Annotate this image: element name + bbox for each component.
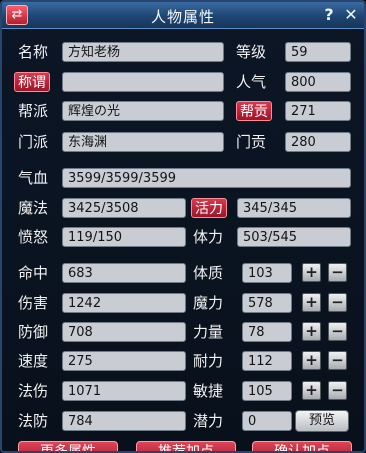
popularity-field: 800 (285, 72, 351, 92)
help-button[interactable]: ? (320, 5, 338, 25)
mp-field: 3425/3508 (62, 198, 186, 218)
confirm-points-button[interactable]: 确认加点 (252, 441, 352, 451)
guild-label: 帮派 (18, 102, 49, 120)
defense-label: 防御 (18, 323, 49, 341)
magic-power-plus-button[interactable]: + (302, 293, 321, 312)
title-field (62, 72, 224, 92)
magic-power-field: 578 (242, 293, 292, 313)
magic-damage-label: 法伤 (18, 382, 49, 400)
strength-label: 力量 (193, 323, 224, 341)
stamina-field: 503/545 (237, 227, 351, 247)
hp-field: 3599/3599/3599 (62, 168, 351, 188)
title-button[interactable]: 称谓 (14, 72, 50, 92)
window-title: 人物属性 (150, 8, 215, 26)
endurance-label: 耐力 (193, 352, 224, 370)
magic-power-minus-button[interactable]: − (328, 293, 347, 312)
rage-label: 愤怒 (18, 228, 49, 246)
title-bar: ⇄ 人物属性 ? ✕ (2, 2, 364, 29)
constitution-label: 体质 (193, 264, 224, 282)
preview-button[interactable]: 预览 (295, 410, 349, 432)
popularity-label: 人气 (236, 73, 267, 91)
magic-damage-field: 1071 (62, 381, 186, 401)
guild-field: 辉煌の光 (62, 101, 224, 121)
strength-minus-button[interactable]: − (328, 322, 347, 341)
hit-label: 命中 (18, 264, 49, 282)
magic-defense-field: 784 (62, 411, 186, 431)
endurance-plus-button[interactable]: + (302, 351, 321, 370)
vigor-field: 345/345 (237, 198, 351, 218)
close-button[interactable]: ✕ (342, 5, 360, 25)
agility-label: 敏捷 (193, 382, 224, 400)
guild-contribution-field: 271 (285, 101, 351, 121)
magic-power-label: 魔力 (193, 294, 224, 312)
name-label: 名称 (18, 43, 49, 61)
speed-label: 速度 (18, 352, 49, 370)
agility-field: 105 (242, 381, 292, 401)
strength-plus-button[interactable]: + (302, 322, 321, 341)
level-label: 等级 (236, 43, 267, 61)
recommend-points-button[interactable]: 推荐加点 (136, 441, 236, 451)
constitution-field: 103 (242, 263, 292, 283)
rage-field: 119/150 (62, 227, 186, 247)
mp-label: 魔法 (18, 199, 49, 217)
hp-label: 气血 (18, 169, 49, 187)
school-contribution-label: 门贡 (236, 133, 267, 151)
potential-field: 0 (242, 411, 292, 431)
magic-defense-label: 法防 (18, 412, 49, 430)
school-contribution-field: 280 (285, 132, 351, 152)
name-field: 方知老杨 (62, 42, 224, 62)
level-field: 59 (285, 42, 351, 62)
more-attributes-button[interactable]: 更多属性 (18, 441, 118, 451)
endurance-field: 112 (242, 351, 292, 371)
guild-contribution-button[interactable]: 帮贡 (236, 101, 272, 121)
hit-field: 683 (62, 263, 186, 283)
school-field: 东海渊 (62, 132, 224, 152)
strength-field: 78 (242, 322, 292, 342)
agility-plus-button[interactable]: + (302, 381, 321, 400)
defense-field: 708 (62, 322, 186, 342)
school-label: 门派 (18, 133, 49, 151)
character-attributes-window: ⇄ 人物属性 ? ✕ 名称 方知老杨 等级 59 称谓 人气 800 帮派 辉煌… (0, 0, 366, 453)
endurance-minus-button[interactable]: − (328, 351, 347, 370)
constitution-plus-button[interactable]: + (302, 263, 321, 282)
speed-field: 275 (62, 351, 186, 371)
stamina-label: 体力 (193, 228, 224, 246)
damage-label: 伤害 (18, 294, 49, 312)
constitution-minus-button[interactable]: − (328, 263, 347, 282)
potential-label: 潜力 (193, 412, 224, 430)
vigor-button[interactable]: 活力 (191, 198, 227, 218)
agility-minus-button[interactable]: − (328, 381, 347, 400)
damage-field: 1242 (62, 293, 186, 313)
